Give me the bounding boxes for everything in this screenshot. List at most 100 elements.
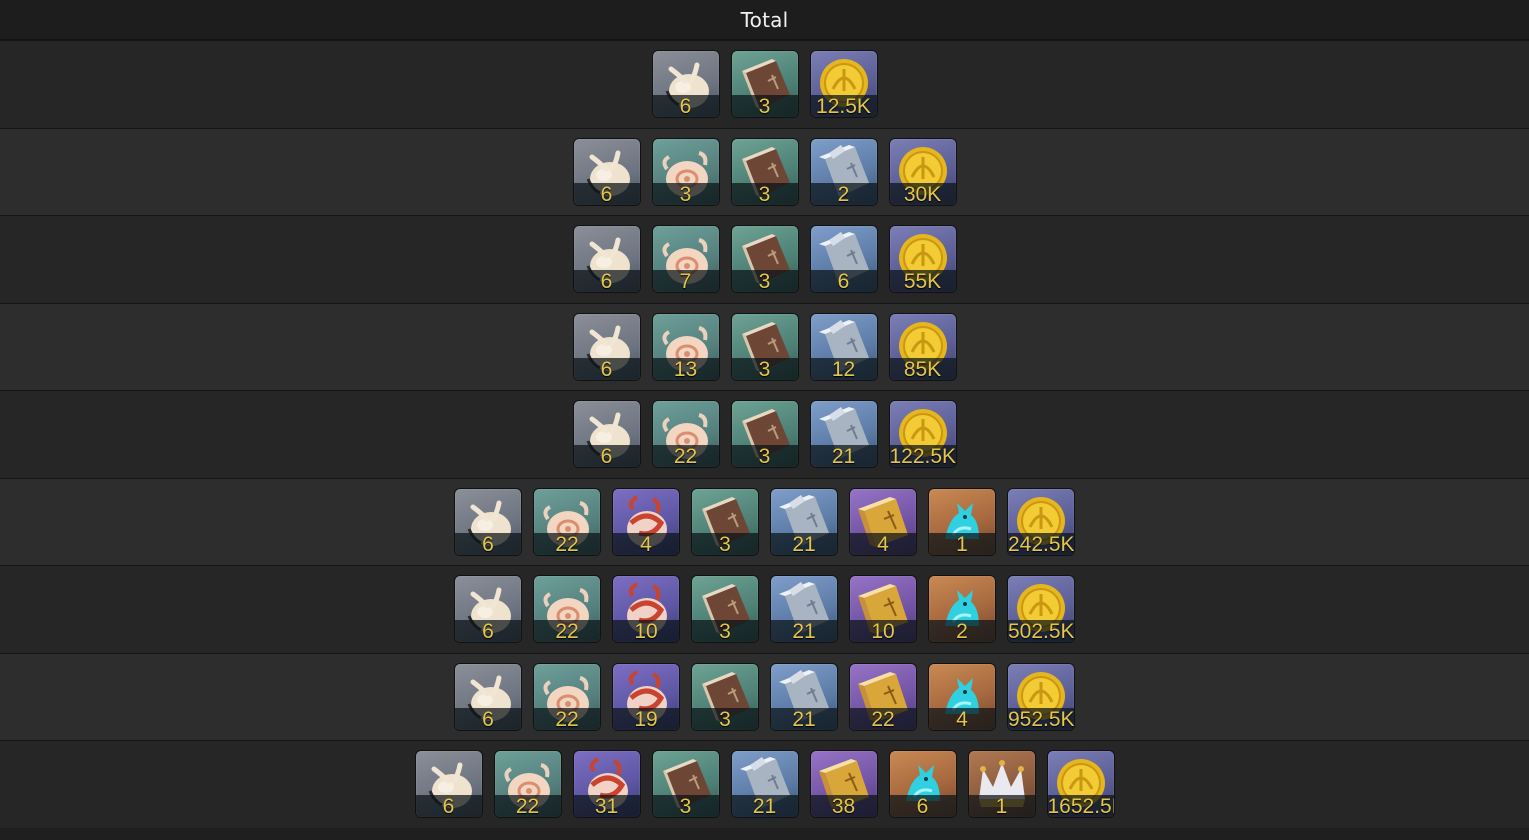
- table-header: Total: [0, 0, 1529, 40]
- quantity-label: 38: [831, 795, 856, 818]
- reward-item[interactable]: 2: [810, 138, 877, 205]
- quantity-label: 6: [600, 357, 613, 380]
- quantity-label: 2: [956, 620, 968, 643]
- quantity-label: 21: [831, 445, 856, 468]
- reward-item[interactable]: 7: [652, 226, 719, 293]
- reward-item[interactable]: 85K: [889, 313, 956, 380]
- reward-item[interactable]: 4: [613, 488, 679, 555]
- quantity-label: 55K: [903, 270, 942, 293]
- quantity-label: 10: [634, 620, 658, 643]
- reward-item[interactable]: 22: [850, 663, 916, 730]
- reward-item[interactable]: 6: [573, 226, 640, 293]
- reward-item[interactable]: 21: [731, 751, 798, 818]
- quantity-label: 12.5K: [816, 95, 871, 118]
- reward-item[interactable]: 3: [692, 488, 758, 555]
- reward-item[interactable]: 242.5K: [1008, 488, 1074, 555]
- reward-item[interactable]: 12.5K: [810, 51, 877, 118]
- reward-item[interactable]: 4: [850, 488, 916, 555]
- reward-item[interactable]: 38: [810, 751, 877, 818]
- reward-item[interactable]: 22: [534, 488, 600, 555]
- reward-item[interactable]: 22: [534, 663, 600, 730]
- reward-item[interactable]: 10: [613, 576, 679, 643]
- quantity-label: 21: [792, 532, 816, 555]
- quantity-label: 1: [956, 532, 968, 555]
- table-row: 6 3 12.5K: [0, 40, 1529, 128]
- quantity-label: 502.5K: [1008, 620, 1074, 643]
- quantity-label: 22: [555, 620, 579, 643]
- reward-item[interactable]: 3: [652, 751, 719, 818]
- quantity-label: 3: [719, 532, 731, 555]
- quantity-label: 7: [679, 270, 692, 293]
- quantity-label: 22: [555, 707, 579, 730]
- reward-item[interactable]: 1: [968, 751, 1035, 818]
- reward-item[interactable]: 1: [929, 488, 995, 555]
- quantity-label: 3: [719, 707, 731, 730]
- quantity-label: 952.5K: [1008, 707, 1074, 730]
- reward-item[interactable]: 3: [652, 138, 719, 205]
- reward-item[interactable]: 3: [692, 663, 758, 730]
- reward-item[interactable]: 3: [731, 401, 798, 468]
- reward-list: 6 22 19 3 21 22 4 952.5K: [455, 663, 1074, 730]
- reward-item[interactable]: 55K: [889, 226, 956, 293]
- quantity-label: 6: [600, 270, 613, 293]
- reward-item[interactable]: 10: [850, 576, 916, 643]
- quantity-label: 6: [482, 707, 494, 730]
- reward-item[interactable]: 6: [573, 138, 640, 205]
- reward-item[interactable]: 6: [415, 751, 482, 818]
- reward-item[interactable]: 22: [652, 401, 719, 468]
- reward-item[interactable]: 21: [771, 488, 837, 555]
- reward-list: 6 7 3 6 55K: [573, 226, 956, 293]
- reward-item[interactable]: 6: [889, 751, 956, 818]
- reward-item[interactable]: 3: [731, 51, 798, 118]
- quantity-label: 3: [758, 270, 771, 293]
- reward-item[interactable]: 6: [573, 313, 640, 380]
- reward-item[interactable]: 31: [573, 751, 640, 818]
- reward-item[interactable]: 3: [731, 138, 798, 205]
- reward-item[interactable]: 6: [455, 576, 521, 643]
- reward-list: 6 3 3 2 30K: [573, 138, 956, 205]
- reward-item[interactable]: 2: [929, 576, 995, 643]
- quantity-label: 6: [600, 445, 613, 468]
- reward-item[interactable]: 3: [731, 313, 798, 380]
- reward-list: 6 22 31 3 21 38 6 1 1652.5K: [415, 751, 1114, 818]
- reward-item[interactable]: 12: [810, 313, 877, 380]
- quantity-label: 6: [679, 95, 692, 118]
- reward-item[interactable]: 122.5K: [889, 401, 956, 468]
- reward-list: 6 3 12.5K: [652, 51, 877, 118]
- reward-item[interactable]: 22: [494, 751, 561, 818]
- quantity-label: 1652.5K: [1047, 795, 1114, 818]
- quantity-label: 30K: [903, 182, 942, 205]
- quantity-label: 3: [679, 182, 692, 205]
- reward-item[interactable]: 3: [731, 226, 798, 293]
- reward-item[interactable]: 6: [652, 51, 719, 118]
- quantity-label: 6: [442, 795, 455, 818]
- table-row: 6 22 10 3 21 10 2 502.5K: [0, 565, 1529, 653]
- quantity-label: 6: [482, 532, 494, 555]
- reward-item[interactable]: 952.5K: [1008, 663, 1074, 730]
- reward-item[interactable]: 21: [771, 576, 837, 643]
- reward-item[interactable]: 21: [810, 401, 877, 468]
- quantity-label: 3: [758, 357, 771, 380]
- reward-item[interactable]: 13: [652, 313, 719, 380]
- reward-item[interactable]: 21: [771, 663, 837, 730]
- quantity-label: 2: [837, 182, 850, 205]
- reward-item[interactable]: 4: [929, 663, 995, 730]
- quantity-label: 4: [956, 707, 968, 730]
- quantity-label: 10: [871, 620, 895, 643]
- quantity-label: 6: [916, 795, 929, 818]
- table-row: 6 22 19 3 21 22 4 952.5K: [0, 652, 1529, 740]
- reward-item[interactable]: 6: [455, 488, 521, 555]
- reward-item[interactable]: 6: [810, 226, 877, 293]
- reward-item[interactable]: 502.5K: [1008, 576, 1074, 643]
- reward-item[interactable]: 30K: [889, 138, 956, 205]
- reward-item[interactable]: 1652.5K: [1047, 751, 1114, 818]
- totals-table: Total 6 3 12.5K 6 3 3 2 30K 6 7 3 6 55K 6 13 3 12 85K 6 22 3…: [0, 0, 1529, 840]
- reward-item[interactable]: 3: [692, 576, 758, 643]
- reward-item[interactable]: 6: [573, 401, 640, 468]
- reward-item[interactable]: 19: [613, 663, 679, 730]
- reward-list: 6 22 3 21 122.5K: [573, 401, 956, 468]
- reward-item[interactable]: 6: [455, 663, 521, 730]
- reward-item[interactable]: 22: [534, 576, 600, 643]
- quantity-label: 31: [594, 795, 619, 818]
- quantity-label: 85K: [903, 357, 942, 380]
